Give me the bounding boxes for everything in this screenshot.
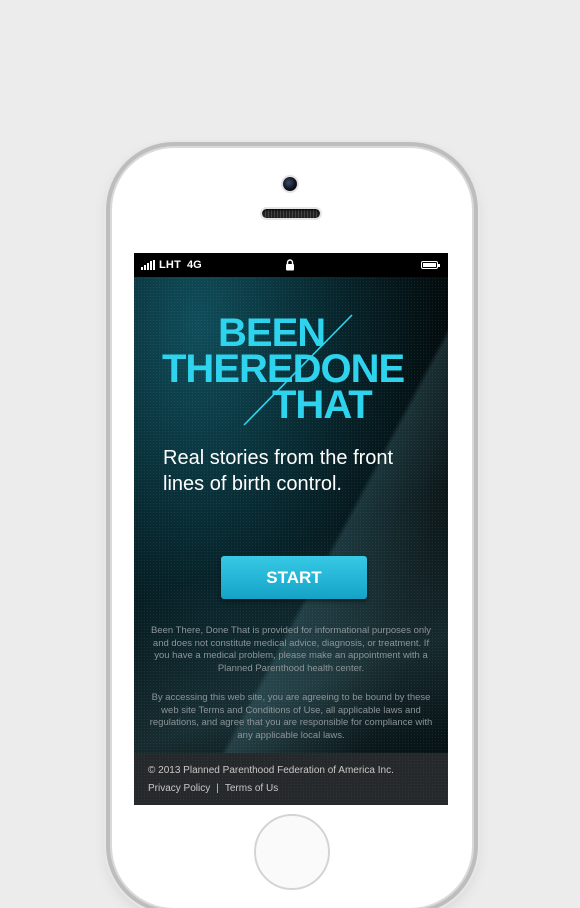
status-bar: LHT 4G (134, 253, 448, 277)
hero-section: BEEN THEREDONE THAT Real stories from th… (134, 277, 448, 753)
home-button (254, 814, 330, 890)
battery-icon (421, 261, 440, 269)
medical-disclaimer: Been There, Done That is provided for in… (150, 625, 432, 674)
phone-screen: LHT 4G BEEN THEREDONE THAT Real stories … (134, 253, 448, 805)
copyright-text: © 2013 Planned Parenthood Federation of … (148, 765, 394, 776)
link-separator: | (216, 783, 219, 794)
app-logo: BEEN THEREDONE THAT (160, 313, 428, 433)
terms-of-use-link[interactable]: Terms of Us (225, 783, 278, 794)
footer: © 2013 Planned Parenthood Federation of … (134, 753, 448, 805)
start-button[interactable]: START (221, 556, 367, 599)
tagline: Real stories from the front lines of bir… (163, 447, 394, 495)
terms-disclaimer: By accessing this web site, you are agre… (149, 692, 433, 741)
privacy-policy-link[interactable]: Privacy Policy (148, 783, 210, 794)
signal-bars-icon (141, 260, 155, 270)
earpiece-speaker-icon (262, 209, 320, 218)
front-camera-icon (283, 177, 297, 191)
footer-links: Privacy Policy | Terms of Us (148, 783, 278, 794)
network-type: 4G (186, 259, 202, 271)
carrier-name: LHT (159, 259, 181, 271)
lock-icon (286, 259, 294, 271)
logo-slash-icon (243, 314, 353, 426)
